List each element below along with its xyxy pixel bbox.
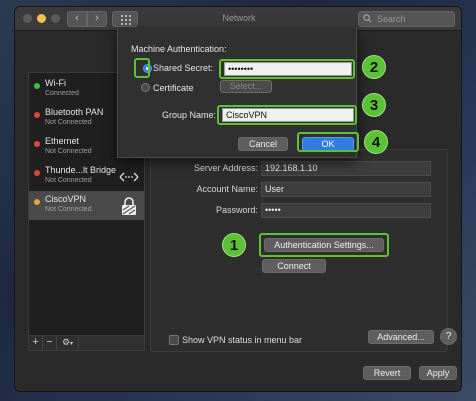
highlight-box-radio: [134, 58, 150, 78]
sidebar-toolbar: + − ⚙▾: [28, 336, 145, 351]
revert-button[interactable]: Revert: [363, 366, 411, 380]
sidebar-item-label: CiscoVPN: [45, 194, 87, 204]
highlight-box-2: [219, 59, 355, 79]
sidebar-item-status: Not Connected: [45, 206, 92, 213]
add-service-button[interactable]: +: [29, 336, 43, 350]
search-icon: [363, 14, 372, 23]
show-vpn-status-checkbox[interactable]: [169, 335, 179, 345]
gear-icon: ⚙: [61, 337, 71, 347]
account-name-field[interactable]: User: [261, 182, 431, 197]
sidebar-item-status: Connected: [45, 90, 79, 97]
search-input[interactable]: Search: [358, 11, 455, 27]
step-badge-4: 4: [364, 130, 388, 154]
cancel-button[interactable]: Cancel: [238, 137, 288, 151]
show-vpn-status-label: Show VPN status in menu bar: [182, 335, 303, 345]
connect-button[interactable]: Connect: [262, 259, 326, 273]
advanced-button[interactable]: Advanced...: [368, 330, 434, 344]
help-button[interactable]: ?: [440, 328, 457, 345]
sidebar-item-status: Not Connected: [45, 148, 92, 155]
sidebar-item-status: Not Connected: [45, 177, 92, 184]
certificate-label: Certificate: [153, 83, 194, 93]
step-badge-2: 2: [362, 55, 386, 79]
sidebar-item-label: Wi-Fi: [45, 78, 66, 88]
server-address-field[interactable]: 192.168.1.10: [261, 161, 431, 176]
sidebar-item-label: Ethernet: [45, 136, 80, 146]
search-placeholder: Search: [377, 14, 406, 24]
sidebar-item-status: Not Connected: [45, 119, 92, 126]
vpn-lock-icon: [122, 197, 136, 215]
sidebar-item-thunderbolt-bridge[interactable]: Thunde...lt Bridge Not Connected: [29, 162, 144, 191]
group-name-label: Group Name:: [162, 110, 217, 120]
sidebar-item-label: Thunde...lt Bridge: [45, 165, 117, 175]
shared-secret-label: Shared Secret:: [153, 63, 214, 73]
step-badge-3: 3: [362, 93, 386, 117]
action-menu-button[interactable]: ⚙▾: [57, 336, 79, 350]
status-dot: [34, 199, 40, 205]
account-name-label: Account Name:: [196, 184, 258, 194]
apply-button[interactable]: Apply: [419, 366, 457, 380]
step-badge-1: 1: [222, 233, 246, 257]
sidebar-item-ciscovpn[interactable]: CiscoVPN Not Connected: [29, 191, 144, 220]
status-dot: [34, 170, 40, 176]
highlight-box-1: [259, 233, 389, 257]
sidebar-item-label: Bluetooth PAN: [45, 107, 104, 117]
certificate-radio[interactable]: [141, 83, 150, 92]
status-dot: [34, 83, 40, 89]
chevron-down-icon: ▾: [70, 341, 74, 347]
thunderbolt-bridge-icon: [119, 172, 139, 182]
highlight-box-4: [297, 132, 359, 152]
password-field[interactable]: •••••: [261, 203, 431, 218]
machine-authentication-heading: Machine Authentication:: [131, 44, 227, 54]
select-certificate-button[interactable]: Select...: [220, 80, 272, 93]
password-label: Password:: [215, 205, 258, 215]
remove-service-button[interactable]: −: [43, 336, 57, 350]
status-dot: [34, 141, 40, 147]
server-address-label: Server Address:: [193, 163, 258, 173]
highlight-box-3: [217, 105, 357, 125]
status-dot: [34, 112, 40, 118]
